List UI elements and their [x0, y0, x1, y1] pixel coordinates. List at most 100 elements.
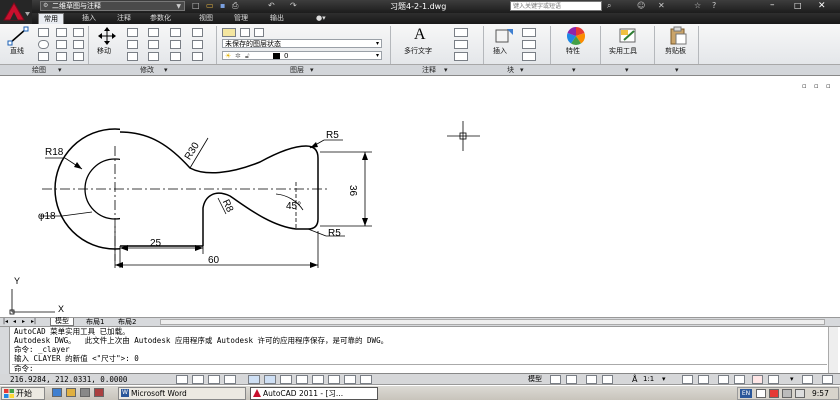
tab-model[interactable]: 模型 [50, 318, 74, 326]
arc-icon[interactable] [38, 52, 49, 61]
quicklaunch-desktop-icon[interactable] [80, 388, 90, 397]
lineweight-toggle-icon[interactable] [312, 375, 324, 384]
tray-network-icon[interactable] [782, 389, 792, 398]
chevron-down-icon[interactable]: ▾ [444, 65, 448, 76]
polyline-icon[interactable] [38, 28, 49, 37]
model-space-button[interactable]: 模型 [528, 374, 542, 385]
annotation-visibility-icon[interactable] [682, 375, 693, 384]
ducs-toggle-icon[interactable] [280, 375, 292, 384]
pan-icon[interactable] [586, 375, 597, 384]
chevron-down-icon[interactable]: ▾ [310, 65, 314, 76]
copy-icon[interactable] [192, 28, 203, 37]
maximize-icon[interactable]: □ [794, 0, 802, 12]
offset-icon[interactable] [170, 52, 181, 61]
edit-attribute-icon[interactable] [522, 52, 536, 61]
layer-state-icon[interactable] [240, 28, 250, 37]
new-file-icon[interactable]: □ [192, 0, 200, 12]
layout-quickview-icon[interactable] [550, 375, 561, 384]
ellipse-icon[interactable] [73, 40, 84, 49]
move-button[interactable]: 移动 [92, 26, 122, 64]
drawing-quickview-icon[interactable] [566, 375, 577, 384]
layer-icon[interactable] [254, 28, 264, 37]
chevron-down-icon[interactable]: ▾ [58, 65, 62, 76]
break-icon[interactable] [192, 52, 203, 61]
dimension-icon[interactable] [454, 28, 468, 37]
tab-output[interactable]: 输出 [270, 13, 284, 24]
user-icon[interactable]: ☺ [637, 0, 645, 12]
utilities-button[interactable]: 实用工具 [604, 26, 652, 64]
status-extra-icon[interactable] [822, 375, 833, 384]
annotation-scale-icon[interactable]: Å [632, 374, 637, 385]
taskbar-item-autocad[interactable]: AutoCAD 2011 - [习... [250, 387, 378, 400]
save-icon[interactable]: ▪ [220, 0, 225, 12]
draw-panel-label[interactable]: 绘图 [32, 65, 46, 76]
search-input[interactable]: 键入关键字或短语 [510, 1, 602, 11]
last-tab-icon[interactable]: ▸| [31, 318, 36, 326]
search-icon[interactable]: ⌕ [607, 0, 611, 12]
layer-state-dropdown[interactable]: 未保存的图层状态 ▾ [222, 39, 382, 48]
fillet-icon[interactable] [148, 40, 159, 49]
open-file-icon[interactable]: ▭ [206, 0, 214, 12]
annotation-panel-label[interactable]: 注释 [422, 65, 436, 76]
print-icon[interactable]: ⎙ [232, 0, 238, 12]
hardware-acceleration-icon[interactable] [752, 375, 763, 384]
redo-icon[interactable]: ↷ [290, 0, 297, 12]
polar-toggle-icon[interactable] [224, 375, 236, 384]
tab-layout1[interactable]: 布局1 [86, 318, 104, 326]
multileader-icon[interactable] [454, 40, 468, 49]
auto-scale-icon[interactable] [698, 375, 709, 384]
close-icon[interactable]: ✕ [818, 0, 826, 12]
explode-icon[interactable] [170, 40, 181, 49]
ime-icon[interactable] [756, 389, 766, 398]
tray-app-icon[interactable] [769, 389, 779, 398]
prev-tab-icon[interactable]: ◂ [13, 318, 16, 326]
circle-icon[interactable] [38, 40, 49, 49]
edit-block-icon[interactable] [522, 40, 536, 49]
next-tab-icon[interactable]: ▸ [22, 318, 25, 326]
layer-dropdown[interactable]: ☀ ✲ 🔓︎ 0 ▾ [222, 51, 382, 60]
clean-screen-icon[interactable] [802, 375, 813, 384]
stretch-icon[interactable] [127, 52, 138, 61]
selection-cycling-toggle-icon[interactable] [360, 375, 372, 384]
layers-panel-label[interactable]: 图层 [290, 65, 304, 76]
tab-parametric[interactable]: 参数化 [150, 13, 171, 24]
snap-toggle-icon[interactable] [176, 375, 188, 384]
workspace-dropdown[interactable]: ⚙ 二维草图与注释 ▼ [40, 1, 185, 11]
block-panel-label[interactable]: 块 [507, 65, 514, 76]
ortho-toggle-icon[interactable] [208, 375, 220, 384]
annotation-scale-value[interactable]: 1:1 [643, 374, 654, 385]
tab-annotate[interactable]: 注释 [117, 13, 131, 24]
quicklaunch-app-icon[interactable] [94, 388, 104, 397]
tab-home[interactable]: 常用 [38, 13, 64, 24]
exchange-icon[interactable]: ✕ [658, 0, 665, 12]
tab-view[interactable]: 视图 [199, 13, 213, 24]
star-icon[interactable]: ☆ [694, 0, 701, 12]
tab-layout2[interactable]: 布局2 [118, 318, 136, 326]
properties-button[interactable]: 特性 [556, 26, 596, 64]
rotate-icon[interactable] [127, 28, 138, 37]
undo-icon[interactable]: ↶ [268, 0, 275, 12]
isolate-objects-icon[interactable] [768, 375, 779, 384]
drawing-area[interactable]: ▫ ▫ ▫ R18 R30 R5 R8 45° 36 φ18 R5 25 60 … [0, 76, 840, 317]
minimize-icon[interactable]: – [770, 0, 775, 11]
chevron-down-icon[interactable]: ▾ [164, 65, 168, 76]
osnap-toggle-icon[interactable] [248, 375, 260, 384]
rectangle-icon[interactable] [56, 28, 67, 37]
zoom-icon[interactable] [602, 375, 613, 384]
scale-icon[interactable] [148, 52, 159, 61]
start-button[interactable]: 开始 [1, 387, 45, 400]
taskbar-item-word[interactable]: W Microsoft Word [118, 387, 246, 400]
volume-icon[interactable] [795, 389, 805, 398]
language-indicator[interactable]: EN [740, 389, 752, 398]
utilities-expand-icon[interactable]: ▾ [625, 65, 629, 76]
tab-manage[interactable]: 管理 [234, 13, 248, 24]
otrack-toggle-icon[interactable] [264, 375, 276, 384]
tab-insert[interactable]: 插入 [82, 13, 96, 24]
chevron-down-icon[interactable]: ▾ [520, 65, 524, 76]
first-tab-icon[interactable]: |◂ [3, 318, 8, 326]
spline-icon[interactable] [73, 28, 84, 37]
scale-dropdown-arrow[interactable]: ▾ [662, 374, 666, 385]
horizontal-scrollbar[interactable] [160, 319, 825, 325]
help-icon[interactable]: ? [712, 0, 716, 12]
mtext-button[interactable]: A 多行文字 [398, 26, 446, 64]
